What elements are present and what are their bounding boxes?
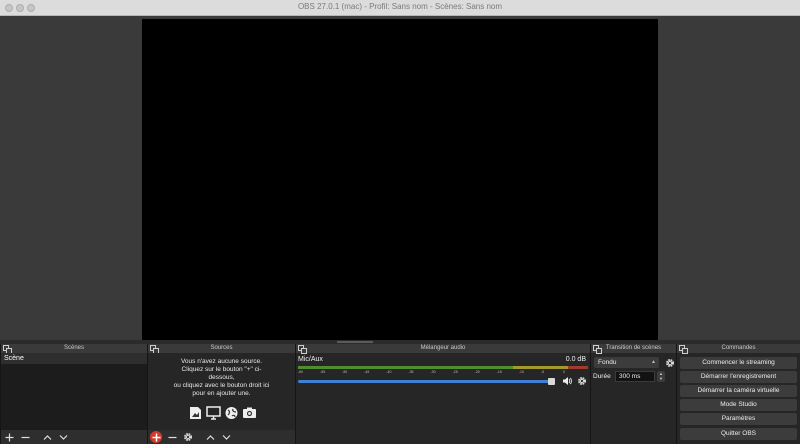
meter-tick-label: -30 [430,370,436,374]
start-virtual-camera-button[interactable]: Démarrer la caméra virtuelle [680,385,797,397]
studio-mode-button[interactable]: Mode Studio [680,399,797,411]
source-type-icons [188,406,257,420]
meter-tick-label: -60 [298,370,304,374]
image-icon [190,407,201,419]
undock-icon[interactable] [3,345,12,354]
duration-stepper[interactable]: ▲ ▼ [657,371,665,382]
minus-icon [168,436,176,438]
controls-dock: Commandes Commencer le streaming Démarre… [676,344,800,444]
meter-tick-label: -45 [364,370,370,374]
duration-label: Durée [593,373,611,380]
scenes-toolbar [1,430,147,444]
scenes-list[interactable]: Scène [1,353,147,430]
chevron-down-icon [59,434,67,440]
meter-ticks: -60 -55 -50 -45 -40 -35 -30 -25 -20 -15 -10 -5 0 [298,370,588,376]
controls-dock-title: Commandes [721,345,756,351]
source-properties-button[interactable] [182,431,194,443]
transitions-dock-header: Transition de scènes [591,344,676,354]
transition-select[interactable]: Fondu ▲▼ [594,357,659,376]
undock-icon[interactable] [593,345,602,354]
window-title: OBS 27.0.1 (mac) - Profil: Sans nom - Sc… [297,2,503,11]
preview-area [0,16,800,340]
meter-tick-label: -35 [408,370,414,374]
move-source-up-button[interactable] [204,431,216,443]
sources-list[interactable]: Vous n'avez aucune source. Cliquez sur l… [148,353,295,430]
window-titlebar: OBS 27.0.1 (mac) - Profil: Sans nom - Sc… [0,0,800,16]
meter-yellow-zone [513,366,568,369]
meter-tick-label: -20 [474,370,480,374]
plus-icon [5,433,13,441]
meter-tick-label: -55 [320,370,326,374]
audio-mixer-dock: Mélangeur audio Mic/Aux 0.0 dB -60 -55 -50… [295,344,590,444]
scenes-dock-header: Scènes [1,344,147,354]
add-scene-button[interactable] [3,431,15,443]
meter-tick-label: -10 [518,370,524,374]
undock-icon[interactable] [298,345,307,354]
meter-green-zone [298,366,513,369]
start-streaming-button[interactable]: Commencer le streaming [680,357,797,369]
add-source-button[interactable] [150,431,162,443]
list-item[interactable]: Scène [1,353,147,364]
transitions-dock-title: Transition de scènes [605,345,662,351]
transition-selected-value: Fondu [598,359,617,366]
sources-empty-message: Vous n'avez aucune source. Cliquez sur l… [173,358,270,397]
volume-slider-handle[interactable] [548,378,555,385]
audio-level-meter [298,366,588,369]
plus-icon [152,433,160,441]
gear-icon[interactable] [665,358,675,368]
move-source-down-button[interactable] [220,431,232,443]
camera-icon [243,407,256,418]
meter-tick-label: -40 [386,370,392,374]
meter-tick-label: -25 [452,370,458,374]
mixer-level-db: 0.0 dB [565,356,586,363]
speaker-icon[interactable] [562,376,572,386]
start-recording-button[interactable]: Démarrer l'enregistrement [680,371,797,383]
chevron-up-icon [43,434,51,440]
globe-icon [225,407,238,419]
mixer-channel-name: Mic/Aux [298,356,323,363]
volume-slider[interactable] [298,380,553,383]
move-scene-up-button[interactable] [41,431,53,443]
sources-dock-title: Sources [210,345,233,351]
meter-tick-label: -15 [496,370,502,374]
exit-button[interactable]: Quitter OBS [680,428,797,440]
scene-transitions-dock: Transition de scènes Fondu ▲▼ Durée 300 … [590,344,676,444]
undock-icon[interactable] [150,345,159,354]
mixer-dock-header: Mélangeur audio [296,344,590,354]
gear-icon [184,433,192,441]
scenes-dock-title: Scènes [63,345,84,351]
chevron-up-icon [206,434,214,440]
meter-red-zone [568,366,588,369]
scenes-dock: Scènes Scène [0,344,147,444]
meter-tick-label: 0 [563,370,565,374]
move-scene-down-button[interactable] [57,431,69,443]
meter-tick-label: -50 [342,370,348,374]
display-icon [206,406,221,420]
sources-toolbar [148,430,295,444]
sources-dock: Sources Vous n'avez aucune source. Cliqu… [147,344,295,444]
chevron-down-icon [222,434,230,440]
remove-source-button[interactable] [166,431,178,443]
meter-tick-label: -5 [540,370,545,374]
minus-icon [21,436,29,438]
controls-dock-header: Commandes [677,344,800,354]
mixer-dock-title: Mélangeur audio [420,345,466,351]
settings-button[interactable]: Paramètres [680,413,797,425]
sources-dock-header: Sources [148,344,295,354]
undock-icon[interactable] [679,345,688,354]
splitter-grip[interactable] [337,341,373,343]
gear-icon[interactable] [577,376,587,386]
duration-field[interactable]: 300 ms [615,371,655,382]
remove-scene-button[interactable] [19,431,31,443]
program-preview[interactable] [142,19,658,340]
